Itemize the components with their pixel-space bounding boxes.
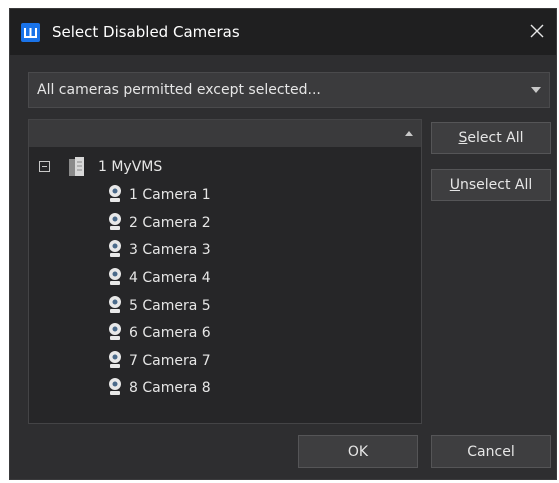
camera-item-8[interactable]: 8 Camera 8 [107, 377, 357, 399]
tree-root-label: 1 MyVMS [98, 159, 163, 175]
camera-label: 5 Camera 5 [129, 298, 211, 314]
chevron-down-icon [531, 87, 541, 93]
unselect-all-mnemonic: U [449, 177, 460, 193]
camera-label: 7 Camera 7 [129, 353, 211, 369]
camera-tree[interactable]: 1 MyVMS 1 Camera 1 2 Camera 2 3 Camera 3… [28, 119, 422, 424]
select-all-button[interactable]: Select All [431, 122, 551, 154]
sort-up-icon [405, 131, 413, 136]
webcam-icon [109, 268, 121, 285]
window-title: Select Disabled Cameras [52, 23, 240, 41]
cancel-button[interactable]: Cancel [431, 435, 551, 468]
camera-label: 1 Camera 1 [129, 187, 211, 203]
title-bar: Select Disabled Cameras [10, 9, 556, 55]
camera-item-1[interactable]: 1 Camera 1 [107, 184, 357, 206]
camera-item-7[interactable]: 7 Camera 7 [107, 350, 357, 372]
camera-label: 2 Camera 2 [129, 215, 211, 231]
camera-item-3[interactable]: 3 Camera 3 [107, 239, 357, 261]
select-disabled-cameras-dialog: Select Disabled Cameras All cameras perm… [9, 8, 557, 480]
camera-label: 3 Camera 3 [129, 242, 211, 258]
webcam-icon [109, 296, 121, 313]
tree-root-item[interactable]: 1 MyVMS [39, 156, 299, 178]
camera-item-5[interactable]: 5 Camera 5 [107, 295, 357, 317]
ok-button[interactable]: OK [298, 435, 418, 468]
server-icon [69, 157, 84, 176]
app-logo-icon [21, 23, 40, 42]
webcam-icon [109, 378, 121, 395]
webcam-icon [109, 323, 121, 340]
select-all-label: elect All [467, 130, 524, 146]
unselect-all-button[interactable]: Unselect All [431, 169, 551, 201]
camera-label: 6 Camera 6 [129, 325, 211, 341]
close-button[interactable] [518, 9, 556, 55]
permission-mode-value: All cameras permitted except selected... [37, 82, 321, 98]
collapse-minus-icon[interactable] [39, 161, 50, 172]
webcam-icon [109, 185, 121, 202]
webcam-icon [109, 240, 121, 257]
close-icon [530, 24, 544, 38]
permission-mode-dropdown[interactable]: All cameras permitted except selected... [28, 72, 550, 108]
camera-label: 4 Camera 4 [129, 270, 211, 286]
webcam-icon [109, 351, 121, 368]
camera-label: 8 Camera 8 [129, 380, 211, 396]
unselect-all-label: nselect All [459, 177, 533, 193]
tree-header[interactable] [29, 120, 421, 147]
camera-item-6[interactable]: 6 Camera 6 [107, 322, 357, 344]
camera-item-4[interactable]: 4 Camera 4 [107, 267, 357, 289]
camera-item-2[interactable]: 2 Camera 2 [107, 212, 357, 234]
webcam-icon [109, 213, 121, 230]
